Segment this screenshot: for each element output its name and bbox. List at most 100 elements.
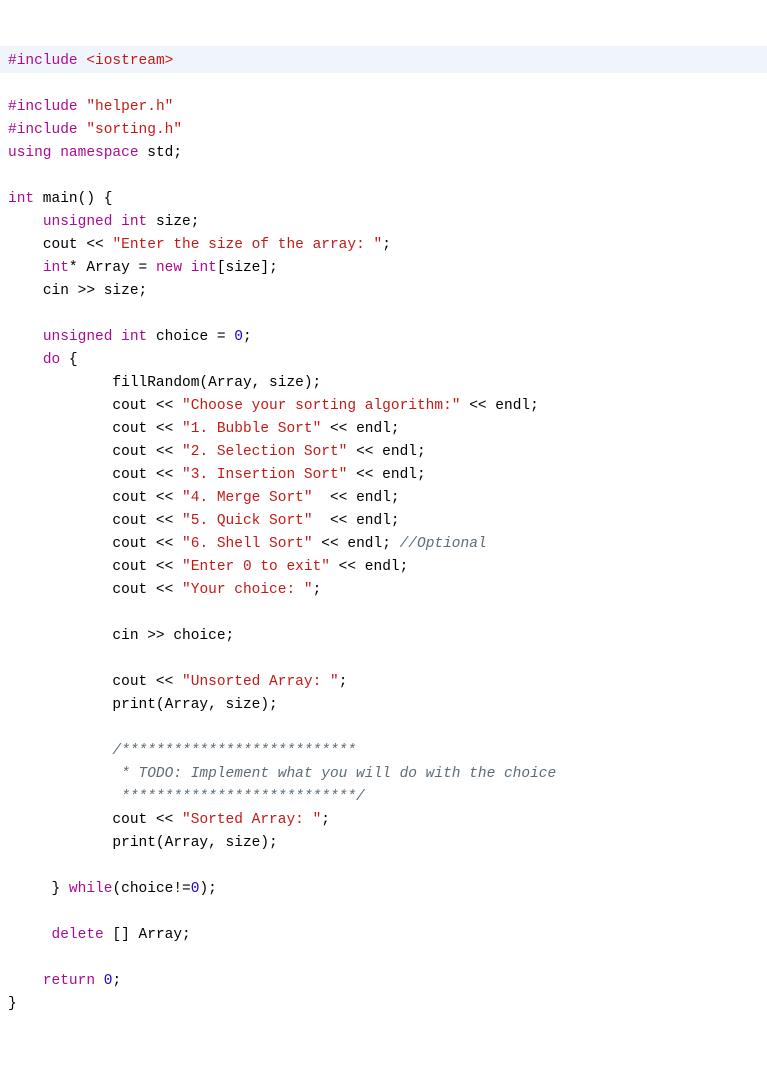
text bbox=[182, 260, 191, 276]
indent bbox=[8, 444, 112, 460]
string: "Enter 0 to exit" bbox=[182, 559, 330, 575]
indent bbox=[8, 766, 112, 782]
code-line-14: cout << "1. Bubble Sort" << endl; bbox=[8, 421, 400, 437]
text: << endl; bbox=[321, 421, 399, 437]
text: cout << bbox=[112, 559, 182, 575]
comment: ***************************/ bbox=[112, 789, 364, 805]
kw: while bbox=[69, 881, 113, 897]
indent bbox=[8, 812, 112, 828]
code-line-17: cout << "4. Merge Sort" << endl; bbox=[8, 490, 400, 506]
indent bbox=[8, 421, 112, 437]
kw: return bbox=[43, 973, 95, 989]
comment: * TODO: Implement what you will do with … bbox=[112, 766, 556, 782]
indent bbox=[8, 214, 43, 230]
indent bbox=[8, 927, 52, 943]
text: << endl; bbox=[347, 467, 425, 483]
indent bbox=[8, 352, 43, 368]
code-line-27: ***************************/ bbox=[8, 789, 365, 805]
code-line-7: cout << "Enter the size of the array: "; bbox=[8, 237, 391, 253]
text: [size]; bbox=[217, 260, 278, 276]
text: cout << bbox=[112, 812, 182, 828]
indent bbox=[8, 536, 112, 552]
code-line-15: cout << "2. Selection Sort" << endl; bbox=[8, 444, 426, 460]
text: * Array = bbox=[69, 260, 156, 276]
indent bbox=[8, 973, 43, 989]
indent bbox=[8, 582, 112, 598]
indent bbox=[8, 513, 112, 529]
text: cout << bbox=[112, 444, 182, 460]
code-line-25: /*************************** bbox=[8, 743, 356, 759]
include-arg: "sorting.h" bbox=[86, 122, 182, 138]
string: "4. Merge Sort" bbox=[182, 490, 313, 506]
indent bbox=[8, 789, 112, 805]
text: ; bbox=[339, 674, 348, 690]
string: "5. Quick Sort" bbox=[182, 513, 313, 529]
kw: int bbox=[8, 191, 34, 207]
code-line-23: cout << "Unsorted Array: "; bbox=[8, 674, 347, 690]
text: std; bbox=[139, 145, 183, 161]
indent bbox=[8, 260, 43, 276]
code-line-16: cout << "3. Insertion Sort" << endl; bbox=[8, 467, 426, 483]
code-line-3: #include "sorting.h" bbox=[8, 122, 182, 138]
text: ; bbox=[382, 237, 391, 253]
text: [] Array; bbox=[104, 927, 191, 943]
kw: int bbox=[191, 260, 217, 276]
code-line-28: cout << "Sorted Array: "; bbox=[8, 812, 330, 828]
code-line-19: cout << "6. Shell Sort" << endl; //Optio… bbox=[8, 536, 487, 552]
text: } bbox=[52, 881, 69, 897]
string: "3. Insertion Sort" bbox=[182, 467, 347, 483]
code-line-30: } while(choice!=0); bbox=[8, 881, 217, 897]
indent bbox=[8, 628, 112, 644]
string: "Sorted Array: " bbox=[182, 812, 321, 828]
code-line-12: fillRandom(Array, size); bbox=[8, 375, 321, 391]
code-line-31: delete [] Array; bbox=[8, 927, 191, 943]
kw: new bbox=[156, 260, 182, 276]
text: print(Array, size); bbox=[112, 835, 277, 851]
text: << endl; bbox=[461, 398, 539, 414]
text: } bbox=[8, 996, 17, 1012]
text: cout << bbox=[43, 237, 113, 253]
indent bbox=[8, 237, 43, 253]
preproc: #include bbox=[8, 53, 78, 69]
text: cin >> choice; bbox=[112, 628, 234, 644]
text: ; bbox=[313, 582, 322, 598]
kw: int bbox=[112, 329, 147, 345]
code-line-22: cin >> choice; bbox=[8, 628, 234, 644]
indent bbox=[8, 329, 43, 345]
text: cout << bbox=[112, 536, 182, 552]
text: << endl; bbox=[347, 444, 425, 460]
indent bbox=[8, 697, 112, 713]
text: cout << bbox=[112, 398, 182, 414]
kw: int bbox=[112, 214, 147, 230]
indent bbox=[8, 881, 52, 897]
text: print(Array, size); bbox=[112, 697, 277, 713]
text: << endl; bbox=[330, 559, 408, 575]
indent bbox=[8, 835, 112, 851]
text: << endl; bbox=[313, 513, 400, 529]
code-line-11: do { bbox=[8, 352, 78, 368]
preproc: #include bbox=[8, 99, 78, 115]
text: cout << bbox=[112, 513, 182, 529]
include-arg: <iostream> bbox=[86, 53, 173, 69]
kw: int bbox=[43, 260, 69, 276]
text: << endl; bbox=[313, 490, 400, 506]
kw: using bbox=[8, 145, 52, 161]
include-arg: "helper.h" bbox=[86, 99, 173, 115]
text: ; bbox=[112, 973, 121, 989]
code-line-4: using namespace std; bbox=[8, 145, 182, 161]
indent bbox=[8, 490, 112, 506]
code-line-10: unsigned int choice = 0; bbox=[8, 329, 252, 345]
code-line-1: #include <iostream> bbox=[0, 46, 767, 73]
text: cout << bbox=[112, 490, 182, 506]
comment: //Optional bbox=[400, 536, 487, 552]
indent bbox=[8, 674, 112, 690]
string: "2. Selection Sort" bbox=[182, 444, 347, 460]
indent bbox=[8, 743, 112, 759]
preproc: #include bbox=[8, 122, 78, 138]
code-line-13: cout << "Choose your sorting algorithm:"… bbox=[8, 398, 539, 414]
text: fillRandom(Array, size); bbox=[112, 375, 321, 391]
text: cout << bbox=[112, 582, 182, 598]
text: main() { bbox=[34, 191, 112, 207]
comment: /*************************** bbox=[112, 743, 356, 759]
text: << endl; bbox=[313, 536, 400, 552]
